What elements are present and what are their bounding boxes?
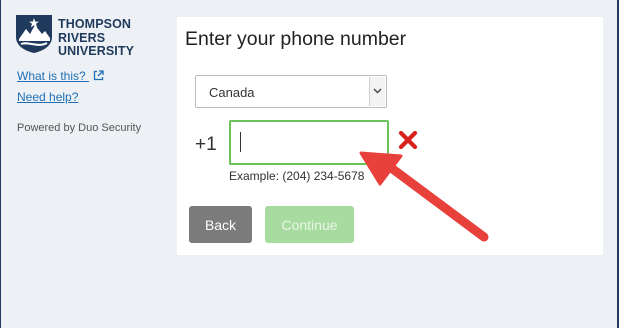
country-select[interactable]: Canada <box>195 75 387 108</box>
what-is-this-label: What is this? <box>17 69 86 83</box>
country-code-prefix: +1 <box>195 134 217 155</box>
back-button[interactable]: Back <box>189 206 252 243</box>
phone-example-hint: Example: (204) 234-5678 <box>229 169 365 183</box>
powered-by-text: Powered by Duo Security <box>17 122 142 134</box>
logo-line-1: THOMPSON <box>58 17 132 31</box>
page-title: Enter your phone number <box>185 28 407 50</box>
external-link-icon <box>93 70 104 81</box>
sidebar: THOMPSON RIVERS UNIVERSITY What is this?… <box>0 0 176 328</box>
tru-emblem-icon <box>16 15 52 53</box>
error-x-icon <box>399 131 417 149</box>
continue-button[interactable]: Continue <box>265 206 354 243</box>
text-cursor <box>240 132 241 152</box>
what-is-this-link[interactable]: What is this? <box>17 69 104 83</box>
logo-line-3: UNIVERSITY <box>58 44 135 58</box>
university-logo: THOMPSON RIVERS UNIVERSITY <box>16 15 146 61</box>
enrollment-panel: Enter your phone number Canada +1 Exampl… <box>177 17 603 255</box>
dropdown-button[interactable] <box>369 77 385 106</box>
logo-line-2: RIVERS <box>58 30 106 45</box>
university-name: THOMPSON RIVERS UNIVERSITY <box>58 17 135 59</box>
chevron-down-icon <box>373 88 382 94</box>
need-help-link[interactable]: Need help? <box>17 90 78 104</box>
phone-number-input[interactable] <box>229 120 389 165</box>
country-selected-value: Canada <box>209 85 255 100</box>
